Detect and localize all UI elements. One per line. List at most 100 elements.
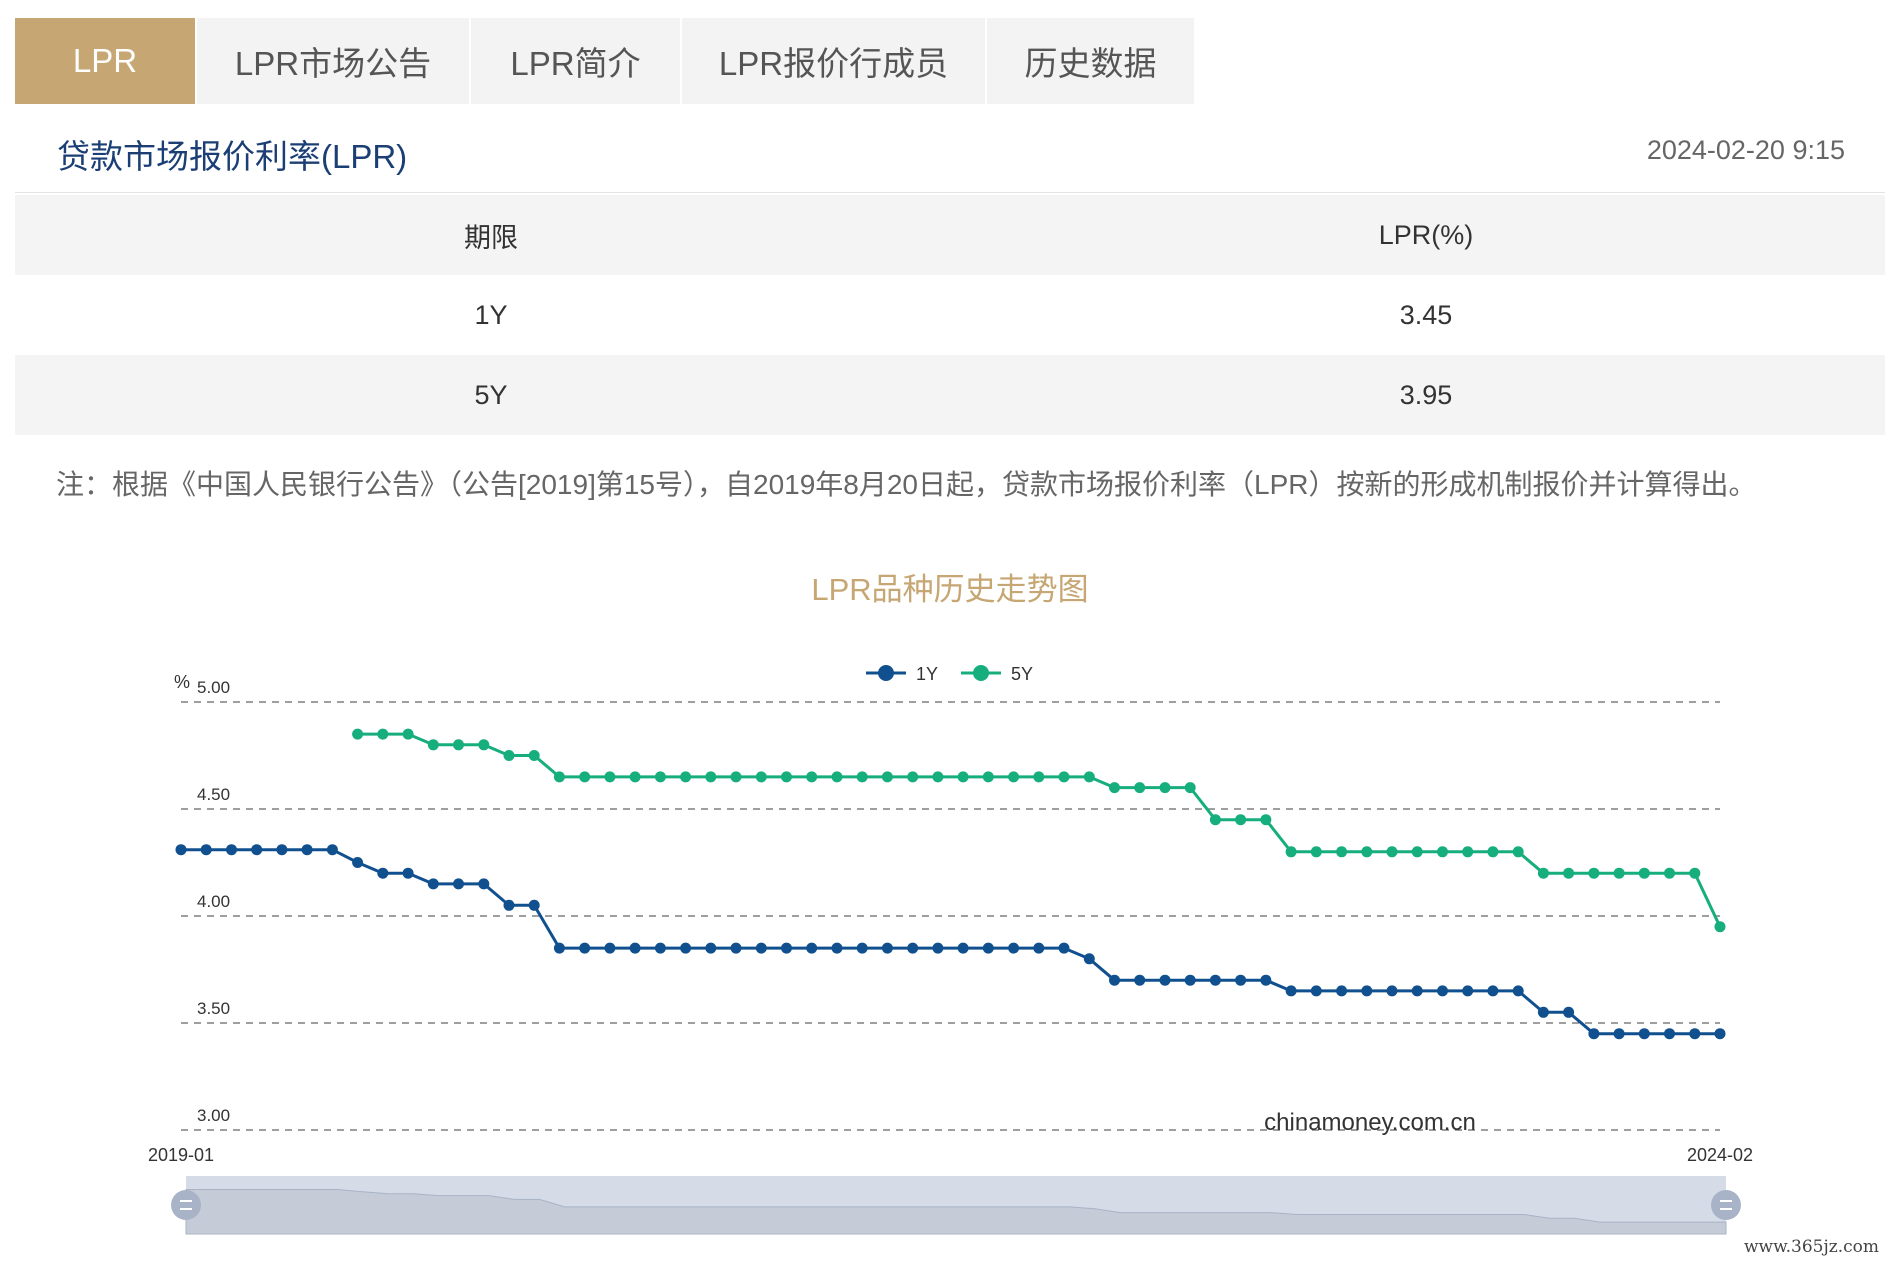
x-label-start: 2019-01	[148, 1145, 214, 1165]
data-point-1y	[453, 878, 464, 890]
data-point-1y	[427, 878, 439, 890]
y-tick-label: 3.50	[197, 999, 230, 1018]
chart-title: LPR品种历史走势图	[811, 572, 1088, 607]
data-point-5y	[478, 739, 490, 751]
data-point-5y	[730, 771, 742, 783]
data-point-5y	[1134, 782, 1146, 794]
data-point-1y	[907, 942, 919, 954]
data-point-1y	[1260, 974, 1272, 986]
legend-item-1y[interactable]: 1Y	[866, 664, 938, 684]
data-point-1y	[1058, 942, 1070, 954]
zoom-handle-left[interactable]	[171, 1190, 201, 1220]
data-point-5y	[1159, 782, 1171, 794]
data-point-1y	[1109, 974, 1120, 986]
data-point-1y	[1714, 1028, 1726, 1040]
data-point-5y	[1588, 867, 1600, 879]
data-point-5y	[1184, 782, 1196, 794]
y-tick-label: 5.00	[197, 678, 230, 697]
data-point-5y	[982, 771, 994, 783]
data-point-1y	[276, 844, 288, 856]
data-point-1y	[175, 844, 187, 856]
data-point-1y	[528, 899, 540, 911]
data-point-1y	[1512, 985, 1524, 997]
data-point-1y	[1462, 985, 1474, 997]
data-point-5y	[528, 750, 540, 761]
data-point-1y	[831, 942, 843, 954]
data-point-5y	[427, 739, 439, 751]
data-point-1y	[1487, 985, 1499, 997]
section-header: 贷款市场报价利率(LPR) 2024-02-20 9:15	[15, 104, 1885, 193]
data-point-1y	[1411, 985, 1423, 997]
data-point-5y	[352, 728, 364, 740]
page-title: 贷款市场报价利率(LPR)	[57, 138, 408, 175]
chart-watermark: chinamoney.com.cn	[1264, 1109, 1476, 1136]
data-point-5y	[680, 771, 692, 783]
tab-lpr[interactable]: LPR	[15, 18, 197, 104]
chart-legend: 1Y 5Y	[866, 664, 1033, 684]
data-point-5y	[1310, 846, 1322, 858]
tab-history-data[interactable]: 历史数据	[987, 18, 1196, 104]
data-point-5y	[1411, 846, 1423, 858]
data-point-1y	[1083, 953, 1095, 965]
legend-item-5y[interactable]: 5Y	[961, 664, 1033, 684]
data-point-1y	[1664, 1028, 1675, 1040]
data-point-1y	[957, 942, 969, 954]
data-point-5y	[1487, 846, 1499, 858]
rate-cell: 3.95	[1399, 379, 1453, 410]
data-point-1y	[1235, 974, 1247, 986]
y-axis-labels: 5.00 4.50 4.00 3.50 3.00	[197, 678, 230, 1125]
y-tick-label: 4.50	[197, 785, 230, 804]
data-point-1y	[982, 942, 994, 954]
data-point-1y	[1134, 974, 1146, 986]
tab-lpr-quote-banks[interactable]: LPR报价行成员	[682, 18, 987, 104]
data-point-5y	[1537, 867, 1549, 879]
tab-lpr-announcements[interactable]: LPR市场公告	[197, 18, 471, 104]
data-point-5y	[402, 728, 414, 740]
y-grid	[181, 701, 1720, 1131]
term-cell: 1Y	[474, 299, 508, 330]
data-point-5y	[1361, 846, 1373, 858]
column-header-rate: LPR(%)	[1378, 219, 1474, 250]
data-point-1y	[629, 942, 641, 954]
data-point-1y	[352, 857, 364, 868]
series-line-1y	[181, 848, 1720, 1036]
table-row: 5Y 3.95	[15, 355, 1885, 435]
data-point-5y	[604, 771, 616, 783]
data-point-1y	[932, 942, 944, 954]
rate-cell: 3.45	[1399, 299, 1453, 330]
data-point-5y	[1386, 846, 1398, 858]
data-point-1y	[1588, 1028, 1600, 1040]
data-point-5y	[781, 771, 792, 783]
data-point-5y	[1260, 814, 1272, 826]
tab-bar: LPR LPR市场公告 LPR简介 LPR报价行成员 历史数据	[15, 18, 1196, 104]
data-point-5y	[553, 771, 565, 783]
data-point-1y	[806, 942, 818, 954]
data-point-1y	[856, 942, 868, 954]
data-point-1y	[1613, 1028, 1625, 1040]
data-point-5y	[629, 771, 641, 783]
data-point-1y	[1563, 1006, 1575, 1018]
data-point-1y	[654, 942, 666, 954]
data-point-5y	[1638, 867, 1650, 879]
data-point-5y	[755, 771, 767, 783]
data-point-5y	[705, 771, 717, 783]
data-point-5y	[856, 771, 868, 783]
data-point-1y	[604, 942, 616, 954]
data-point-5y	[1563, 867, 1575, 879]
zoom-slider[interactable]	[171, 1176, 1741, 1235]
data-point-1y	[1638, 1028, 1650, 1040]
data-point-5y	[1235, 814, 1247, 826]
series-points	[175, 728, 1726, 1040]
data-point-5y	[1109, 782, 1120, 794]
tab-lpr-intro[interactable]: LPR简介	[471, 18, 682, 104]
data-point-5y	[377, 728, 389, 740]
data-point-1y	[301, 844, 313, 856]
zoom-handle-right[interactable]	[1711, 1190, 1741, 1220]
data-point-5y	[1462, 846, 1474, 858]
data-point-5y	[1209, 814, 1221, 826]
data-point-5y	[907, 771, 919, 783]
data-point-1y	[1285, 985, 1297, 997]
data-point-1y	[1537, 1006, 1549, 1018]
data-point-1y	[1437, 985, 1448, 997]
data-point-5y	[1083, 771, 1095, 783]
